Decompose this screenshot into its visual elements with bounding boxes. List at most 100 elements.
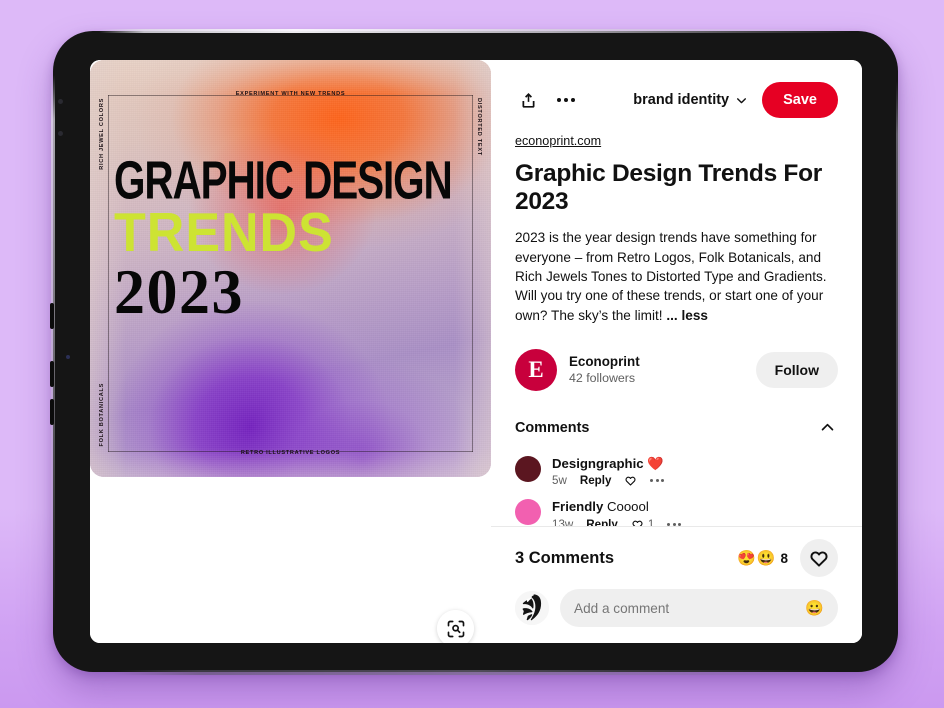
poster-caption-top: EXPERIMENT WITH NEW TRENDS [229,91,352,97]
comment-username[interactable]: Designgraphic [552,456,644,471]
heart-outline-icon [632,520,643,526]
device-left-edge [51,75,55,628]
pin-detail-scroll-area[interactable]: brand identity Save econoprint.com Graph… [491,60,862,526]
more-options-icon [661,479,665,483]
more-options-icon [678,522,682,526]
poster-caption-right-top: DISTORTED TEXT [476,98,482,156]
visual-search-button[interactable] [437,610,474,643]
comment-timestamp: 5w [552,474,567,488]
comment-text-line: Designgraphic ❤️ [552,455,664,472]
creator-followers: 42 followers [569,371,636,386]
avatar[interactable] [515,499,541,526]
comment-like-button[interactable]: 1 [631,518,654,526]
comment-text: Cooool [603,499,649,515]
device-camera-dot [58,99,63,104]
heart-outline-icon [810,551,828,567]
device-sensor-dot [58,131,63,136]
device-top-edge [99,29,852,33]
description-toggle[interactable]: ... less [666,308,708,323]
more-options-icon [557,98,561,102]
poster-headline-group: GRAPHIC DESIGN TRENDS 2023 [114,150,473,327]
more-options-icon [571,98,575,102]
more-options-icon [672,522,676,526]
share-icon [521,92,535,108]
creator-row: E Econoprint 42 followers Follow [515,348,838,391]
poster-headline-line2: TRENDS [114,202,334,264]
visual-search-icon [447,620,464,637]
pin-action-row: brand identity Save [515,81,838,119]
comment-text: ❤️ [643,455,664,471]
poster-caption-bottom: RETRO ILLUSTRATIVE LOGOS [240,450,341,456]
comment-item: Friendly Cooool 13w Reply 1 [515,498,838,526]
device-volume-up-button[interactable] [50,303,54,329]
tablet-screen: EXPERIMENT WITH NEW TRENDS RETRO ILLUSTR… [90,60,862,643]
comments-header: Comments [515,417,838,439]
creator-name[interactable]: Econoprint [569,353,756,370]
footer-reaction-row: 3 Comments 😍 😃 8 [515,539,838,577]
reaction-group: 😍 😃 8 [737,539,838,577]
comment-list: Designgraphic ❤️ 5w Reply Friendly Cooool 13… [515,455,838,526]
emoji-picker-button[interactable]: 😀 [805,601,824,616]
reaction-emoji-list[interactable]: 😍 😃 8 [737,549,788,567]
heart-outline-icon [625,476,636,486]
more-options-icon [564,98,568,102]
comment-count: 3 Comments [515,548,615,567]
reaction-emoji-heart-eyes: 😍 [737,550,756,567]
tablet-device-frame: EXPERIMENT WITH NEW TRENDS RETRO ILLUSTR… [50,29,900,675]
chevron-up-icon [821,424,833,431]
comment-like-button[interactable] [624,474,637,487]
comment-reply-button[interactable]: Reply [580,474,612,487]
comment-input-wrapper[interactable]: 😀 [560,589,838,627]
comment-like-count: 1 [647,517,655,526]
comment-input[interactable] [574,600,806,616]
reaction-count: 8 [780,550,788,566]
device-power-button[interactable] [50,399,54,425]
comment-composer: 😀 [515,589,838,627]
more-options-icon [650,479,654,483]
comment-username[interactable]: Friendly [552,499,603,514]
more-options-button[interactable] [553,87,579,113]
board-selector-label: brand identity [633,92,730,108]
pin-detail-pane: brand identity Save econoprint.com Graph… [491,60,862,643]
reaction-emoji-laugh: 😃 [756,550,776,567]
poster-caption-left-top: RICH JEWEL COLORS [99,98,105,170]
chevron-down-icon [737,97,747,103]
poster-rule-left [108,95,109,452]
comment-more-button[interactable] [667,522,682,526]
comment-timestamp: 13w [552,517,574,526]
comment-meta-row: 13w Reply 1 [552,517,682,526]
poster-caption-left-bottom: FOLK BOTANICALS [99,383,105,447]
share-button[interactable] [515,87,541,113]
device-microphone-dot [66,355,70,359]
comments-collapse-button[interactable] [816,417,838,439]
device-volume-down-button[interactable] [50,361,54,387]
comment-item: Designgraphic ❤️ 5w Reply [515,455,838,487]
save-button[interactable]: Save [762,81,838,119]
pin-footer: 3 Comments 😍 😃 8 Add a comment 😀 [491,526,862,643]
user-avatar-icon [515,591,549,625]
avatar[interactable] [515,591,549,625]
avatar[interactable] [515,455,541,482]
pin-title: Graphic Design Trends For 2023 [515,160,822,216]
creator-avatar[interactable]: E [515,348,557,391]
react-heart-button[interactable] [800,539,838,577]
comment-reply-button[interactable]: Reply [586,518,618,526]
comment-body: Friendly Cooool 13w Reply 1 [552,498,682,526]
comment-meta-row: 5w Reply [552,474,665,488]
comment-body: Designgraphic ❤️ 5w Reply [552,455,665,488]
creator-info: Econoprint 42 followers [569,353,756,387]
pin-image-pane: EXPERIMENT WITH NEW TRENDS RETRO ILLUSTR… [90,60,491,643]
follow-button[interactable]: Follow [755,351,838,388]
device-right-edge [896,81,900,612]
board-selector[interactable]: brand identity [633,92,748,108]
poster-headline-line1: GRAPHIC DESIGN [114,150,453,211]
poster-headline-line3: 2023 [114,257,244,327]
source-link[interactable]: econoprint.com [515,134,601,148]
pin-image[interactable]: EXPERIMENT WITH NEW TRENDS RETRO ILLUSTR… [90,60,491,477]
device-bottom-edge [113,670,838,675]
comments-label: Comments [515,419,590,436]
more-options-icon [667,522,671,526]
more-options-icon [655,479,659,483]
comment-more-button[interactable] [650,479,665,483]
pin-description: 2023 is the year design trends have some… [515,228,838,324]
